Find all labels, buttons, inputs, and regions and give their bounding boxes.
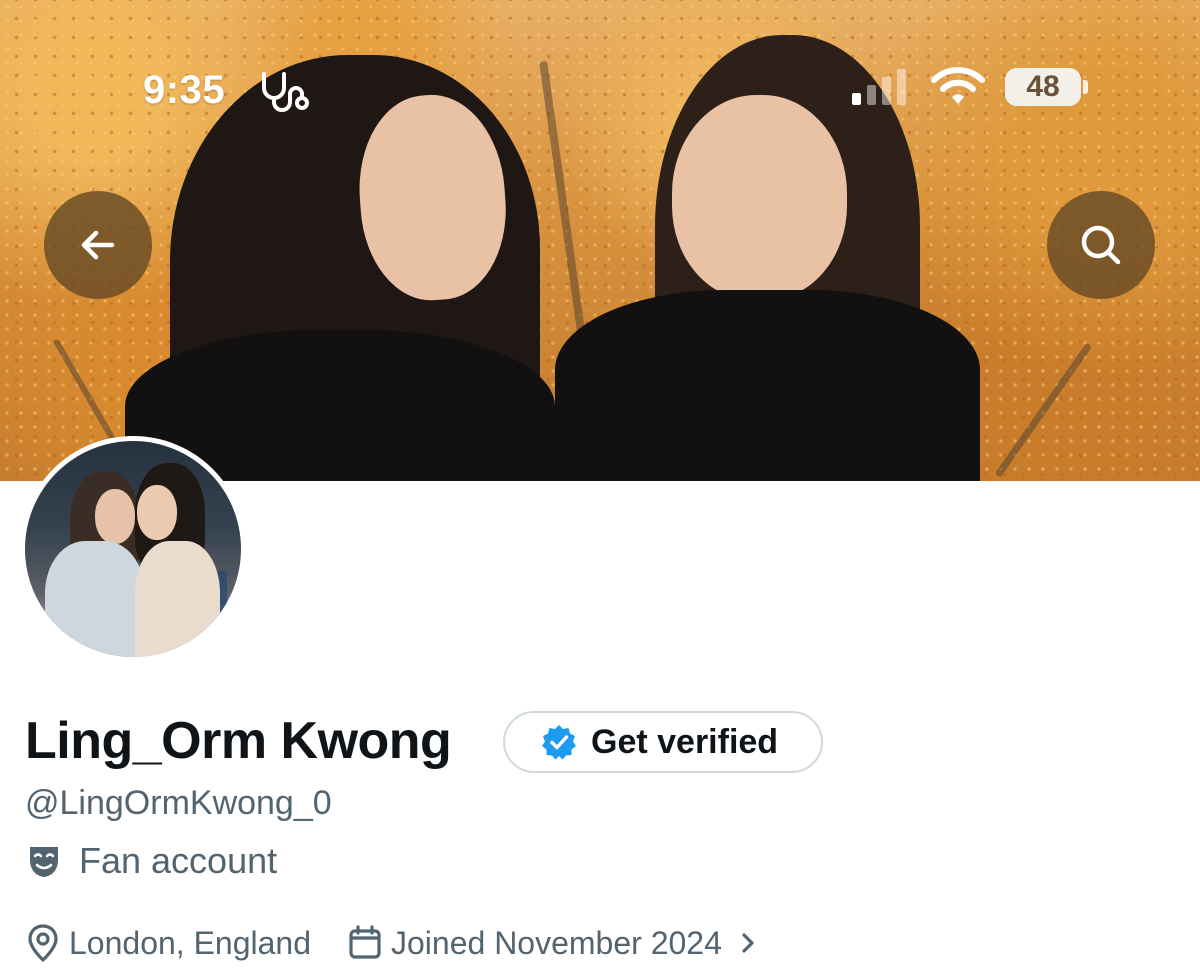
battery-icon: 48: [1005, 68, 1081, 106]
arrow-left-icon: [81, 230, 115, 260]
status-time: 9:35: [143, 68, 226, 112]
battery-nub: [1083, 80, 1088, 94]
chevron-right-icon: [742, 933, 754, 953]
location: London, England: [25, 923, 311, 963]
joined-date[interactable]: Joined November 2024: [347, 925, 760, 962]
wifi-icon: [931, 67, 985, 104]
stethoscope-icon: [262, 72, 309, 112]
profile-banner[interactable]: 9:35 48: [0, 0, 1200, 481]
calendar-icon: [349, 925, 381, 959]
location-pin-icon: [28, 924, 58, 963]
theater-masks-icon: [30, 847, 58, 877]
display-name: Ling_Orm Kwong: [25, 712, 452, 770]
search-icon: [1081, 225, 1121, 265]
signal-icon: [852, 69, 906, 105]
verified-badge-icon: [542, 725, 576, 760]
search-button[interactable]: [1047, 191, 1155, 299]
user-handle: @LingOrmKwong_0: [25, 784, 332, 822]
profile-meta: London, England Joined November 2024: [25, 920, 760, 966]
get-verified-label: Get verified: [591, 722, 779, 761]
category-label: Fan account: [79, 840, 278, 881]
back-button[interactable]: [44, 191, 152, 299]
location-label: London, England: [69, 924, 311, 961]
profile-category: Fan account: [25, 838, 277, 884]
profile-avatar[interactable]: [20, 436, 246, 662]
get-verified-button[interactable]: Get verified: [503, 711, 823, 773]
avatar-image: [25, 441, 241, 657]
battery-level: 48: [1026, 70, 1060, 103]
joined-label: Joined November 2024: [391, 924, 722, 961]
